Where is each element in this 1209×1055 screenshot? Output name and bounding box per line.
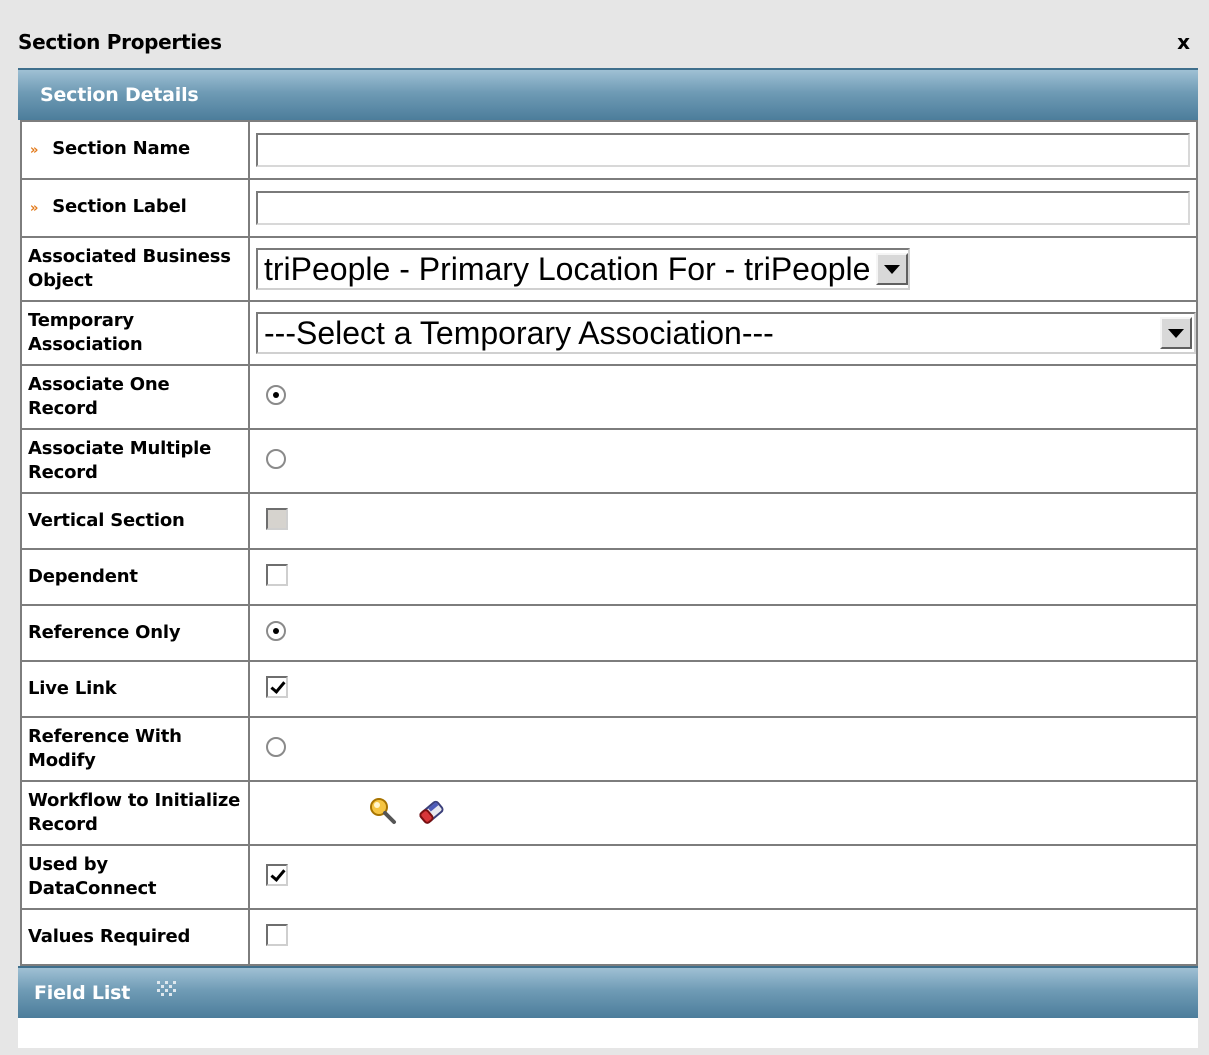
associated-business-object-select[interactable]: triPeople - Primary Location For - triPe…	[256, 248, 911, 290]
form-row-used-by-dataconnect: Used by DataConnect	[20, 844, 1198, 910]
chevron-down-icon[interactable]	[876, 253, 909, 285]
section-details-title: Section Details	[40, 84, 199, 106]
form-row-values-required: Values Required	[20, 908, 1198, 966]
form-row-section-name: » Section Name	[20, 120, 1198, 180]
reference-only-label: Reference Only	[20, 604, 250, 662]
form-row-section-label: » Section Label	[20, 178, 1198, 238]
required-marker-icon: »	[30, 143, 39, 158]
section-label-value-cell	[248, 178, 1198, 238]
workflow-to-initialize-record-label: Workflow to Initialize Record	[20, 780, 250, 846]
eraser-icon[interactable]	[416, 796, 450, 826]
live-link-value-cell	[248, 660, 1198, 718]
vertical-section-value-cell	[248, 492, 1198, 550]
associate-one-record-value-cell	[248, 364, 1198, 430]
used-by-dataconnect-value-cell	[248, 844, 1198, 910]
section-name-value-cell	[248, 120, 1198, 180]
reference-with-modify-radio[interactable]	[266, 737, 286, 757]
dependent-value-cell	[248, 548, 1198, 606]
reference-only-value-cell	[248, 604, 1198, 662]
chevron-down-icon[interactable]	[1160, 317, 1192, 349]
field-list-header[interactable]: Field List	[18, 966, 1198, 1018]
required-marker-icon: »	[30, 201, 39, 216]
reference-with-modify-label: Reference With Modify	[20, 716, 250, 782]
form-row-workflow-to-initialize-record: Workflow to Initialize Record	[20, 780, 1198, 846]
used-by-dataconnect-checkbox[interactable]	[266, 864, 288, 886]
section-details-header: Section Details	[18, 68, 1198, 120]
form-row-reference-with-modify: Reference With Modify	[20, 716, 1198, 782]
associated-business-object-value-cell: triPeople - Primary Location For - triPe…	[248, 236, 1198, 302]
section-name-label-cell: » Section Name	[20, 120, 250, 180]
section-name-label: Section Name	[52, 138, 191, 159]
form-row-vertical-section: Vertical Section	[20, 492, 1198, 550]
form-row-associate-multiple-record: Associate Multiple Record	[20, 428, 1198, 494]
field-list-title: Field List	[34, 968, 177, 1018]
associate-multiple-record-label: Associate Multiple Record	[20, 428, 250, 494]
close-button[interactable]: x	[1177, 28, 1190, 56]
form-row-temporary-association: Temporary Association ---Select a Tempor…	[20, 300, 1198, 366]
form-row-live-link: Live Link	[20, 660, 1198, 718]
dialog-title: Section Properties	[18, 30, 222, 54]
associated-business-object-label: Associated Business Object	[20, 236, 250, 302]
workflow-to-initialize-record-value-cell	[248, 780, 1198, 846]
dialog-title-bar: Section Properties x	[18, 28, 1190, 56]
temporary-association-selected: ---Select a Temporary Association---	[264, 314, 774, 351]
associate-one-record-label: Associate One Record	[20, 364, 250, 430]
dependent-label: Dependent	[20, 548, 250, 606]
section-label-label: Section Label	[52, 196, 187, 217]
values-required-value-cell	[248, 908, 1198, 966]
dependent-checkbox[interactable]	[266, 564, 288, 586]
used-by-dataconnect-label: Used by DataConnect	[20, 844, 250, 910]
section-name-input[interactable]	[256, 133, 1190, 167]
associate-multiple-record-value-cell	[248, 428, 1198, 494]
form-row-dependent: Dependent	[20, 548, 1198, 606]
section-label-input[interactable]	[256, 191, 1190, 225]
vertical-section-checkbox	[266, 508, 288, 530]
vertical-section-label: Vertical Section	[20, 492, 250, 550]
form-row-associate-one-record: Associate One Record	[20, 364, 1198, 430]
search-icon[interactable]	[368, 796, 398, 826]
form-row-associated-business-object: Associated Business Object triPeople - P…	[20, 236, 1198, 302]
temporary-association-label: Temporary Association	[20, 300, 250, 366]
field-list-label: Field List	[34, 982, 131, 1004]
drag-grip-icon[interactable]	[155, 979, 177, 1001]
reference-only-radio[interactable]	[266, 621, 286, 641]
workflow-actions	[368, 796, 450, 826]
form-row-reference-only: Reference Only	[20, 604, 1198, 662]
section-label-label-cell: » Section Label	[20, 178, 250, 238]
section-details-form: » Section Name » Section Label Associated …	[20, 120, 1198, 966]
live-link-label: Live Link	[20, 660, 250, 718]
associated-business-object-selected: triPeople - Primary Location For - triPe…	[264, 250, 871, 287]
field-list-body	[18, 1018, 1198, 1048]
associate-one-record-radio[interactable]	[266, 385, 286, 405]
values-required-label: Values Required	[20, 908, 250, 966]
temporary-association-value-cell: ---Select a Temporary Association---	[248, 300, 1198, 366]
live-link-checkbox[interactable]	[266, 676, 288, 698]
reference-with-modify-value-cell	[248, 716, 1198, 782]
values-required-checkbox[interactable]	[266, 924, 288, 946]
associate-multiple-record-radio[interactable]	[266, 449, 286, 469]
temporary-association-select[interactable]: ---Select a Temporary Association---	[256, 312, 1196, 354]
section-properties-dialog: Section Properties x Section Details » Se…	[0, 0, 1209, 1055]
